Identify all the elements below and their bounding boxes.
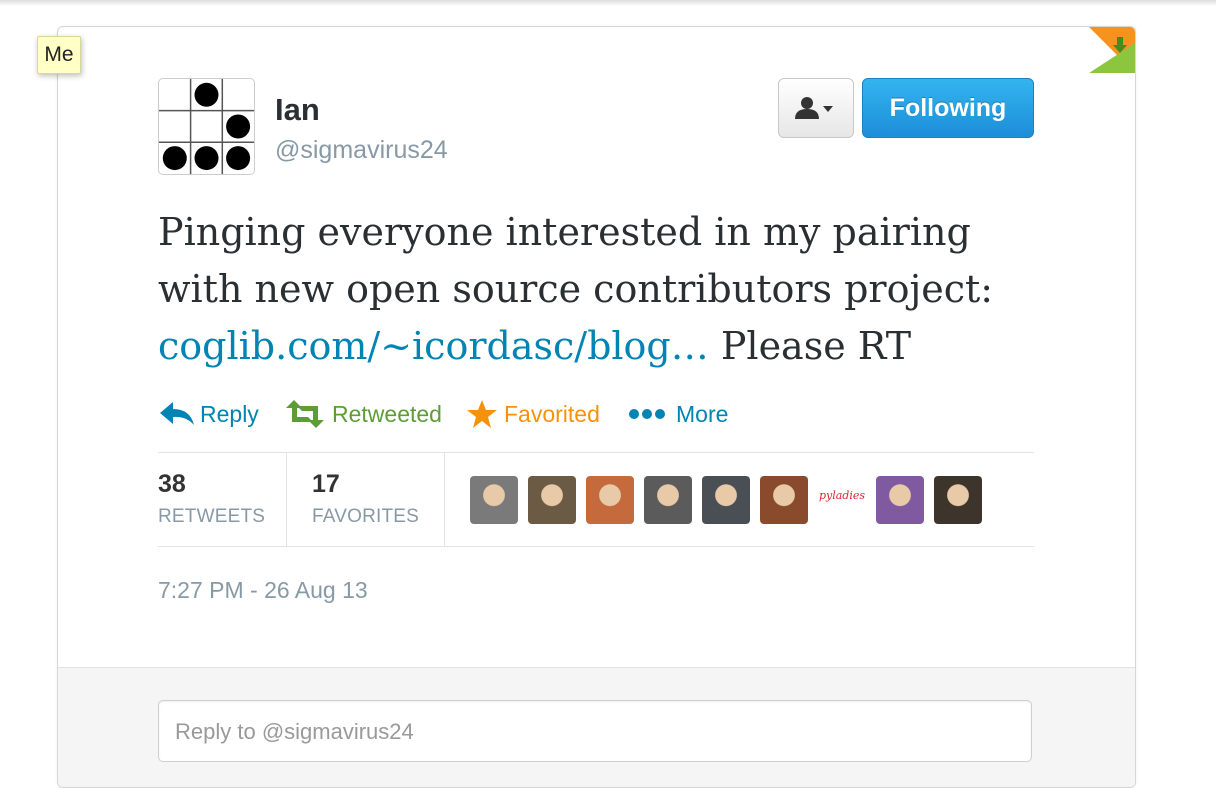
user-handle[interactable]: @sigmavirus24 <box>275 136 448 165</box>
star-icon <box>467 400 497 428</box>
more-dots-icon <box>629 409 665 419</box>
favoriter-avatar[interactable] <box>470 476 518 524</box>
retweets-label[interactable]: RETWEETS <box>158 506 265 528</box>
retweet-icon <box>286 400 324 428</box>
favoriter-avatar[interactable] <box>702 476 750 524</box>
tweet-text-before: Pinging everyone interested in my pairin… <box>158 210 994 311</box>
favorites-count[interactable]: 17 <box>312 470 340 499</box>
tweet-link[interactable]: coglib.com/~icordasc/blog… <box>158 324 709 368</box>
favorited-label: Favorited <box>504 401 600 427</box>
person-icon <box>795 97 833 119</box>
reply-placeholder: Reply to @sigmavirus24 <box>175 719 414 744</box>
favoriter-avatar[interactable] <box>644 476 692 524</box>
me-tooltip: Me <box>37 36 81 74</box>
favoriter-avatar[interactable] <box>586 476 634 524</box>
tweet-text-after: Please RT <box>708 324 912 368</box>
favoriter-avatar[interactable] <box>934 476 982 524</box>
more-label: More <box>676 401 729 427</box>
reply-input[interactable]: Reply to @sigmavirus24 <box>158 700 1032 762</box>
reply-arrow-icon <box>160 402 194 425</box>
favoriter-avatar[interactable]: pyladies <box>818 476 866 524</box>
stats-divider-top <box>158 452 1034 453</box>
tweet-timestamp[interactable]: 7:27 PM - 26 Aug 13 <box>158 577 368 604</box>
favoriter-avatar[interactable] <box>876 476 924 524</box>
tweet-text: Pinging everyone interested in my pairin… <box>158 204 1038 375</box>
following-button[interactable]: Following <box>862 78 1034 138</box>
retweet-corner-icon <box>1113 37 1127 53</box>
favorites-label[interactable]: FAVORITES <box>312 506 419 528</box>
favoriter-avatar[interactable] <box>760 476 808 524</box>
favoriter-avatar[interactable] <box>528 476 576 524</box>
stats-divider-bottom <box>158 546 1034 547</box>
retweets-count[interactable]: 38 <box>158 470 186 499</box>
retweeted-label: Retweeted <box>332 401 442 427</box>
stats-separator-1 <box>286 453 287 546</box>
stats-separator-2 <box>444 453 445 546</box>
favoriter-avatar-text: pyladies <box>818 489 866 502</box>
user-name[interactable]: Ian <box>275 92 320 128</box>
glider-avatar-icon <box>159 79 254 174</box>
user-actions-dropdown[interactable] <box>778 78 854 138</box>
top-rule <box>0 0 1216 6</box>
avatar[interactable] <box>158 78 255 175</box>
reply-label: Reply <box>200 401 259 427</box>
